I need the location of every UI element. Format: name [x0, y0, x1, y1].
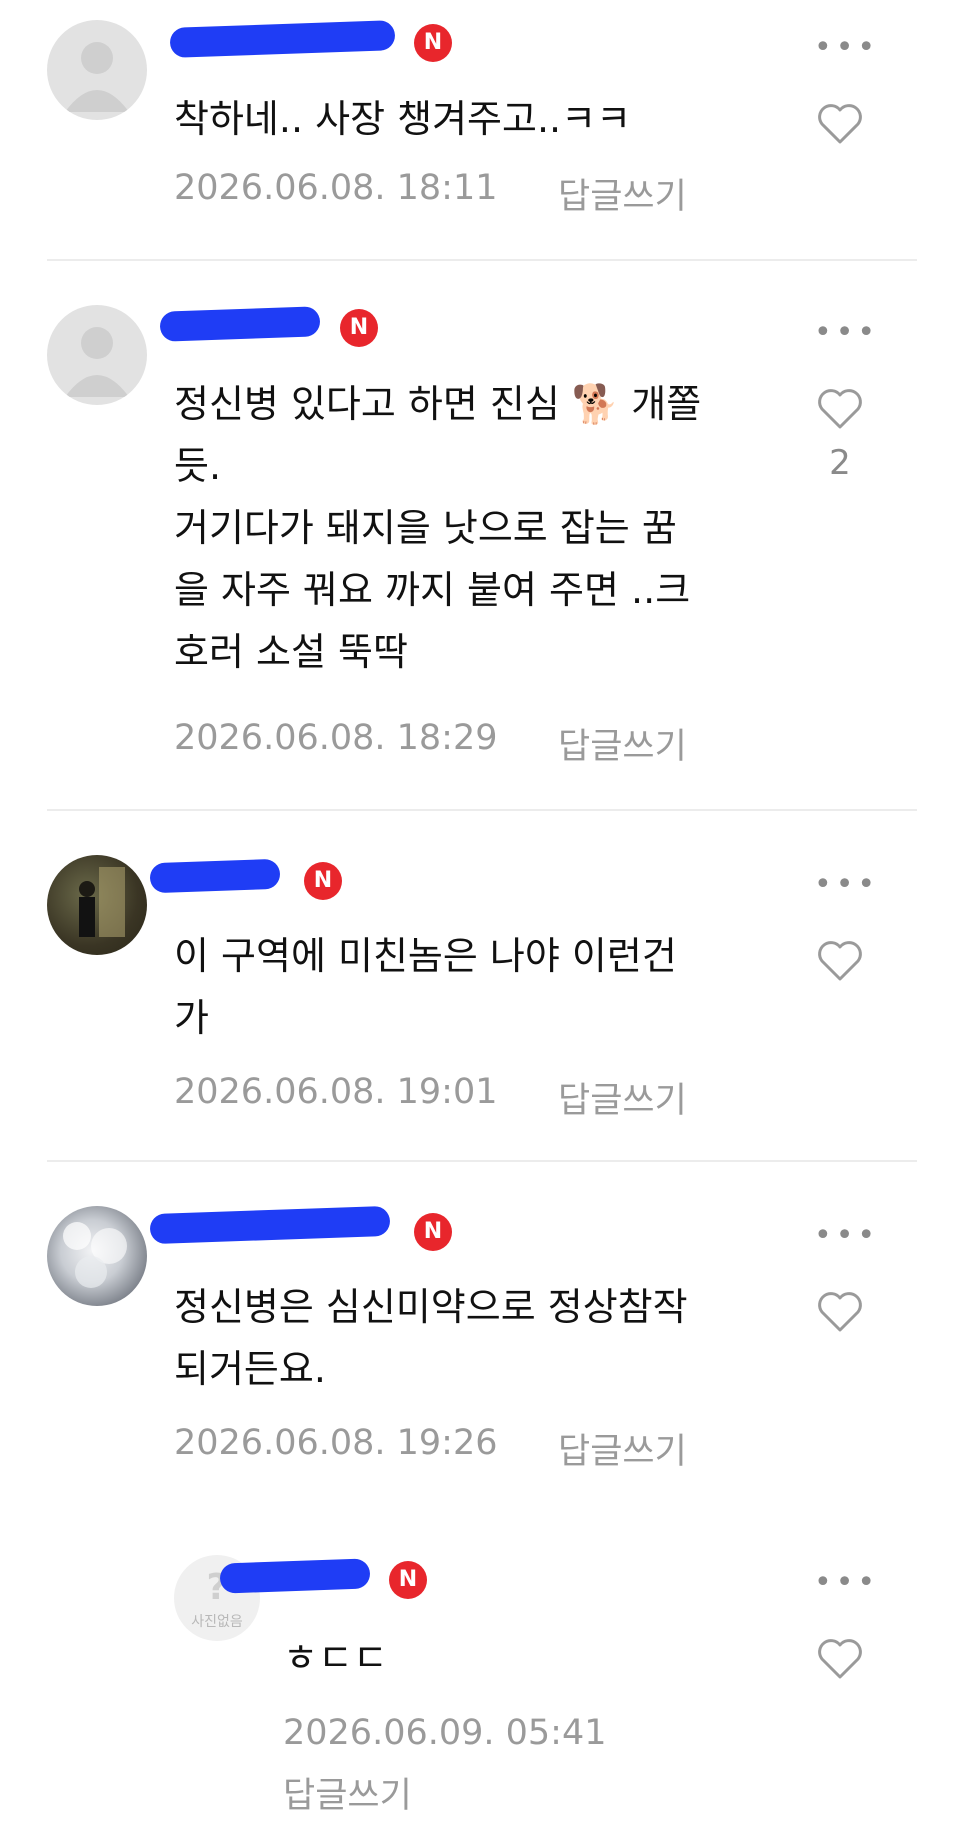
reply-button[interactable]: 답글쓰기	[283, 1767, 412, 1818]
comment-date: 2026.06.08. 18:29	[174, 718, 498, 758]
avatar[interactable]	[47, 1206, 147, 1306]
comment-body: 착하네.. 사장 챙겨주고..ㅋㅋ	[174, 97, 632, 141]
new-badge: N	[340, 309, 378, 347]
avatar[interactable]	[47, 20, 147, 120]
more-options-icon[interactable]: •••	[814, 1221, 875, 1251]
like-heart-icon[interactable]	[816, 939, 864, 983]
reply-button[interactable]: 답글쓰기	[558, 1072, 687, 1123]
more-options-icon[interactable]: •••	[814, 318, 875, 348]
divider	[47, 259, 917, 261]
comment-body: ㅎㄷㄷ	[283, 1636, 388, 1680]
comment-body: 정신병 있다고 하면 진심 🐕 개쫄 듯. 거기다가 돼지을 낫으로 잡는 꿈 …	[174, 382, 702, 674]
more-options-icon[interactable]: •••	[814, 1568, 875, 1598]
no-photo-label: 사진없음	[191, 1614, 243, 1630]
new-badge: N	[304, 862, 342, 900]
reply-button[interactable]: 답글쓰기	[558, 718, 687, 769]
new-badge: N	[389, 1561, 427, 1599]
avatar[interactable]	[47, 855, 147, 955]
like-count: 2	[829, 443, 851, 483]
new-badge: N	[414, 1213, 452, 1251]
comment-body: 정신병은 심신미약으로 정상참작 되거든요.	[174, 1285, 688, 1391]
comment-date: 2026.06.08. 19:01	[174, 1072, 498, 1112]
divider	[47, 809, 917, 811]
nickname-redacted[interactable]	[219, 1555, 371, 1595]
comment-date: 2026.06.08. 19:26	[174, 1423, 498, 1463]
nickname-redacted[interactable]	[149, 855, 281, 895]
like-heart-icon[interactable]	[816, 387, 864, 431]
reply-button[interactable]: 답글쓰기	[558, 168, 687, 219]
nickname-redacted[interactable]	[149, 1204, 391, 1245]
nickname-redacted[interactable]	[159, 303, 321, 343]
divider	[47, 1160, 917, 1162]
reply-button[interactable]: 답글쓰기	[558, 1423, 687, 1474]
more-options-icon[interactable]: •••	[814, 33, 875, 63]
comment-body: 이 구역에 미친놈은 나야 이런건 가	[174, 934, 677, 1040]
like-heart-icon[interactable]	[816, 1290, 864, 1334]
more-options-icon[interactable]: •••	[814, 870, 875, 900]
comment-date: 2026.06.08. 18:11	[174, 168, 498, 208]
new-badge: N	[414, 24, 452, 62]
comment-date: 2026.06.09. 05:41	[283, 1713, 607, 1753]
nickname-redacted[interactable]	[169, 18, 396, 58]
like-heart-icon[interactable]	[816, 1637, 864, 1681]
avatar[interactable]	[47, 305, 147, 405]
like-heart-icon[interactable]	[816, 102, 864, 146]
